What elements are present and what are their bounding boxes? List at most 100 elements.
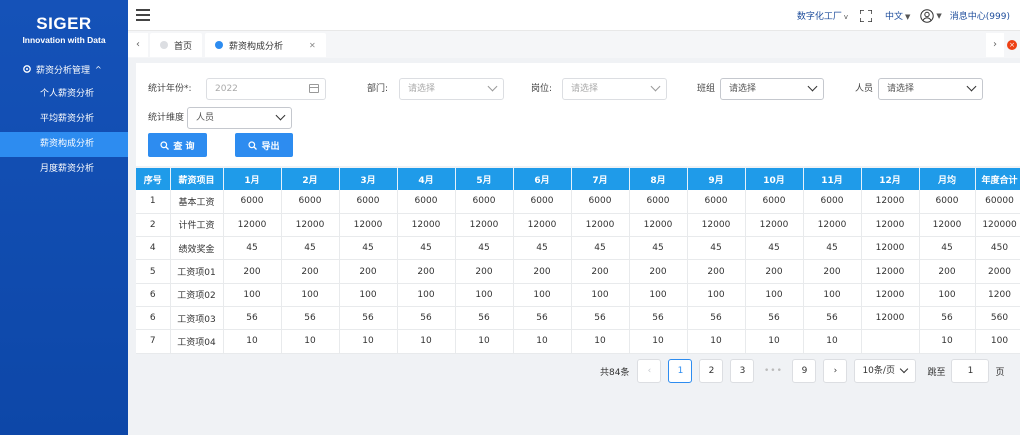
table-cell: 56 — [745, 306, 804, 331]
page-button[interactable]: 9 — [792, 359, 817, 383]
language-selector[interactable]: 中文 ▼ — [885, 9, 910, 22]
chevron-down-icon — [900, 364, 909, 374]
table-cell: 10 — [803, 329, 862, 354]
team-select[interactable]: 请选择 — [720, 78, 824, 100]
menu-item-personal-salary[interactable]: 个人薪资分析 — [0, 82, 128, 107]
page-button[interactable]: 1 — [668, 359, 693, 383]
menu-item-average-salary[interactable]: 平均薪资分析 — [0, 107, 128, 132]
table-cell: 12000 — [339, 213, 398, 238]
tab-salary-composition[interactable]: 薪资构成分析 ✕ — [205, 33, 326, 57]
page-button[interactable]: 2 — [699, 359, 724, 383]
settings-icon — [23, 65, 31, 73]
team-label: 班组 — [697, 84, 716, 94]
table-cell: 10 — [281, 329, 340, 354]
column-header: 12月 — [861, 168, 920, 190]
tab-label: 薪资构成分析 — [229, 41, 284, 52]
total-count: 共84条 — [600, 367, 630, 378]
jump-page-input[interactable]: 1 — [951, 359, 990, 383]
table-cell: 56 — [629, 306, 688, 331]
menu-item-monthly-salary[interactable]: 月度薪资分析 — [0, 157, 128, 182]
page-ellipsis[interactable]: ••• — [761, 366, 785, 376]
next-page-button[interactable]: › — [823, 359, 848, 383]
post-placeholder: 请选择 — [571, 84, 599, 94]
table-cell: 100 — [803, 283, 862, 307]
export-button[interactable]: 导出 — [235, 133, 293, 157]
table-cell: 56 — [919, 306, 976, 331]
search-icon — [248, 140, 258, 150]
chevron-left-icon: ‹ — [647, 366, 652, 376]
chevron-down-icon: v — [843, 13, 848, 21]
menu-item-salary-composition[interactable]: 薪资构成分析 — [0, 132, 128, 157]
column-header: 薪资项目 — [170, 168, 224, 190]
column-header: 5月 — [455, 168, 514, 190]
sidebar: SIGER Innovation with Data 薪资分析管理 ^ 个人薪资… — [0, 0, 128, 435]
person-select[interactable]: 请选择 — [878, 78, 983, 100]
table-cell: 56 — [571, 306, 630, 331]
column-header: 8月 — [629, 168, 688, 190]
menu-toggle-icon[interactable] — [136, 9, 150, 21]
table-cell: 2000 — [975, 259, 1020, 284]
message-center-link[interactable]: 消息中心(999) — [950, 9, 1010, 22]
tabs-scroll-left-icon[interactable]: ‹ — [128, 33, 148, 57]
fullscreen-icon[interactable] — [860, 9, 872, 22]
table-cell: 1 — [136, 190, 171, 214]
table-cell: 10 — [745, 329, 804, 354]
table-cell: 计件工资 — [170, 213, 224, 238]
tab-label: 首页 — [174, 41, 193, 52]
column-header: 10月 — [745, 168, 804, 190]
table-cell: 10 — [919, 329, 976, 354]
table-cell: 12000 — [687, 213, 746, 238]
table-cell: 6000 — [571, 190, 630, 214]
chevron-down-icon — [807, 81, 818, 92]
table-cell: 100 — [281, 283, 340, 307]
column-header: 月均 — [919, 168, 976, 190]
dimension-label: 统计维度 — [148, 113, 185, 123]
year-picker[interactable]: 2022 — [206, 78, 326, 100]
table-cell: 10 — [687, 329, 746, 354]
table-row: 4 绩效奖金 45 45 45 45 45 45 45 45 45 45 45 12000 45 450 — [136, 236, 1020, 261]
table-cell: 56 — [803, 306, 862, 331]
table-cell: 56 — [223, 306, 282, 331]
salary-table: 序号 薪资项目 1月 2月 3月 4月 5月 6月 7月 8月 9月 10月 11月 12月 月均 年度合计 … — [136, 168, 1020, 354]
table-cell: 45 — [513, 236, 572, 261]
dimension-select[interactable]: 人员 — [187, 107, 292, 129]
post-select[interactable]: 请选择 — [562, 78, 667, 100]
column-header: 2月 — [281, 168, 340, 190]
close-all-tabs-icon[interactable]: × — [1007, 40, 1017, 50]
table-cell: 6000 — [687, 190, 746, 214]
table-cell: 12000 — [861, 306, 920, 331]
query-button[interactable]: 查 询 — [148, 133, 207, 157]
table-cell: 100 — [513, 283, 572, 307]
table-cell: 12000 — [223, 213, 282, 238]
page-button[interactable]: 3 — [730, 359, 755, 383]
user-caret-icon[interactable]: ▼ — [936, 12, 941, 20]
page-size-select[interactable]: 10条/页 — [854, 359, 917, 383]
table-cell: 6000 — [513, 190, 572, 214]
table-cell: 45 — [687, 236, 746, 261]
close-icon[interactable]: ✕ — [309, 41, 316, 50]
table-cell: 工资项02 — [170, 283, 224, 307]
user-avatar-icon[interactable] — [920, 8, 935, 23]
factory-selector[interactable]: 数字化工厂 v — [797, 9, 848, 22]
table-cell: 6000 — [223, 190, 282, 214]
table-cell: 200 — [397, 259, 456, 284]
table-cell: 100 — [223, 283, 282, 307]
prev-page-button[interactable]: ‹ — [637, 359, 662, 383]
factory-label: 数字化工厂 — [796, 12, 842, 22]
query-button-label: 查 询 — [173, 141, 195, 152]
tabs-scroll-right-icon[interactable]: › — [986, 33, 1004, 57]
calendar-icon — [309, 84, 319, 93]
menu-group-salary-analysis[interactable]: 薪资分析管理 ^ — [0, 56, 128, 82]
table-cell: 45 — [281, 236, 340, 261]
table-cell: 工资项01 — [170, 259, 224, 284]
page-suffix: 页 — [995, 367, 1005, 378]
table-cell: 12000 — [861, 283, 920, 307]
table-cell: 12000 — [861, 190, 920, 214]
table-cell: 12000 — [803, 213, 862, 238]
column-header: 序号 — [136, 168, 171, 190]
tab-home[interactable]: 首页 — [150, 33, 203, 57]
table-cell: 6000 — [281, 190, 340, 214]
dept-select[interactable]: 请选择 — [399, 78, 504, 100]
table-cell: 1200 — [975, 283, 1020, 307]
table-cell: 12000 — [745, 213, 804, 238]
